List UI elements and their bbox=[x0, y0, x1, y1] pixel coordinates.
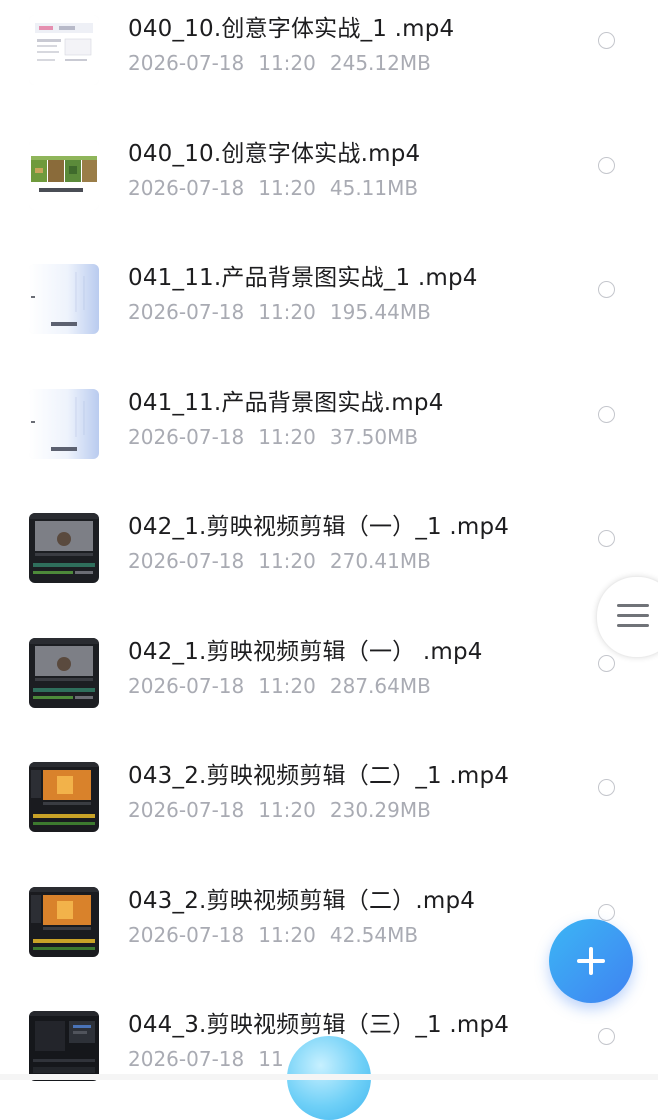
file-date: 2026-07-18 bbox=[128, 300, 245, 324]
video-thumbnail bbox=[29, 638, 99, 708]
file-size: 270.41MB bbox=[329, 549, 431, 573]
file-row[interactable]: 042_1.剪映视频剪辑（一）_1 .mp4 2026-07-18 11:20 270… bbox=[0, 493, 658, 617]
file-date: 2026-07-18 bbox=[128, 549, 245, 573]
file-size: 287.64MB bbox=[329, 674, 431, 698]
file-name: 044_3.剪映视频剪辑（三）_1 .mp4 bbox=[128, 1012, 510, 1038]
file-date: 2026-07-18 bbox=[128, 1047, 245, 1071]
file-size: 45.11MB bbox=[329, 176, 419, 200]
file-row[interactable]: 043_2.剪映视频剪辑（二）_1 .mp4 2026-07-18 11:20 230… bbox=[0, 742, 658, 866]
video-thumbnail bbox=[29, 389, 99, 459]
file-date: 2026-07-18 bbox=[128, 176, 245, 200]
file-row[interactable]: 042_1.剪映视频剪辑（一） .mp4 2026-07-18 11:20 287.6… bbox=[0, 618, 658, 742]
file-name: 043_2.剪映视频剪辑（二）.mp4 bbox=[128, 888, 476, 914]
select-radio[interactable] bbox=[598, 1028, 615, 1045]
file-date: 2026-07-18 bbox=[128, 923, 245, 947]
file-name: 041_11.产品背景图实战.mp4 bbox=[128, 390, 444, 416]
file-size: 245.12MB bbox=[329, 51, 431, 75]
file-meta: 2026-07-18 11:20 287.64MB bbox=[128, 674, 431, 698]
file-date: 2026-07-18 bbox=[128, 674, 245, 698]
file-meta: 2026-07-18 11:20 42.54MB bbox=[128, 923, 418, 947]
file-meta: 2026-07-18 11:20 37.50MB bbox=[128, 425, 418, 449]
select-radio[interactable] bbox=[598, 281, 615, 298]
file-name: 042_1.剪映视频剪辑（一） .mp4 bbox=[128, 639, 483, 665]
video-thumbnail bbox=[29, 762, 99, 832]
video-thumbnail bbox=[29, 264, 99, 334]
video-thumbnail bbox=[29, 15, 99, 85]
file-time: 11:20 bbox=[258, 923, 316, 947]
select-radio[interactable] bbox=[598, 32, 615, 49]
menu-icon bbox=[617, 604, 649, 634]
select-radio[interactable] bbox=[598, 904, 615, 921]
file-date: 2026-07-18 bbox=[128, 51, 245, 75]
file-row[interactable]: 041_11.产品背景图实战.mp4 2026-07-18 11:20 37.50MB bbox=[0, 369, 658, 493]
file-time: 11:20 bbox=[258, 798, 316, 822]
file-time: 11:20 bbox=[258, 549, 316, 573]
file-time: 11:20 bbox=[258, 176, 316, 200]
file-row[interactable]: 041_11.产品背景图实战_1 .mp4 2026-07-18 11:20 195.… bbox=[0, 244, 658, 368]
file-name: 043_2.剪映视频剪辑（二）_1 .mp4 bbox=[128, 763, 510, 789]
file-time: 11:20 bbox=[258, 425, 316, 449]
bottom-edge bbox=[0, 1074, 658, 1080]
file-name: 042_1.剪映视频剪辑（一）_1 .mp4 bbox=[128, 514, 510, 540]
video-thumbnail bbox=[29, 887, 99, 957]
file-time: 11:20 bbox=[258, 674, 316, 698]
select-radio[interactable] bbox=[598, 530, 615, 547]
file-row[interactable]: 040_10.创意字体实战.mp4 2026-07-18 11:20 45.11MB bbox=[0, 120, 658, 244]
video-thumbnail bbox=[29, 140, 99, 210]
file-meta: 2026-07-18 11:20 45.11MB bbox=[128, 176, 418, 200]
select-radio[interactable] bbox=[598, 655, 615, 672]
file-date: 2026-07-18 bbox=[128, 798, 245, 822]
file-name: 041_11.产品背景图实战_1 .mp4 bbox=[128, 265, 478, 291]
file-time: 11:20 bbox=[258, 51, 316, 75]
file-row[interactable]: 040_10.创意字体实战_1 .mp4 2026-07-18 11:20 245.1… bbox=[0, 0, 658, 119]
plus-icon bbox=[577, 947, 605, 975]
video-thumbnail bbox=[29, 1011, 99, 1081]
file-meta: 2026-07-18 11:20 270.41MB bbox=[128, 549, 431, 573]
file-meta: 2026-07-18 11:20 245.12MB bbox=[128, 51, 431, 75]
select-radio[interactable] bbox=[598, 779, 615, 796]
file-size: 42.54MB bbox=[329, 923, 419, 947]
file-size: 195.44MB bbox=[329, 300, 431, 324]
file-size: 230.29MB bbox=[329, 798, 431, 822]
file-name: 040_10.创意字体实战_1 .mp4 bbox=[128, 16, 455, 42]
file-meta: 2026-07-18 11:20 195.44MB bbox=[128, 300, 431, 324]
file-time: 11 bbox=[258, 1047, 284, 1071]
file-meta: 2026-07-18 11:20 230.29MB bbox=[128, 798, 431, 822]
video-thumbnail bbox=[29, 513, 99, 583]
select-radio[interactable] bbox=[598, 406, 615, 423]
file-size: 37.50MB bbox=[329, 425, 419, 449]
file-time: 11:20 bbox=[258, 300, 316, 324]
file-date: 2026-07-18 bbox=[128, 425, 245, 449]
select-radio[interactable] bbox=[598, 157, 615, 174]
add-button[interactable] bbox=[549, 919, 633, 1003]
file-name: 040_10.创意字体实战.mp4 bbox=[128, 141, 421, 167]
